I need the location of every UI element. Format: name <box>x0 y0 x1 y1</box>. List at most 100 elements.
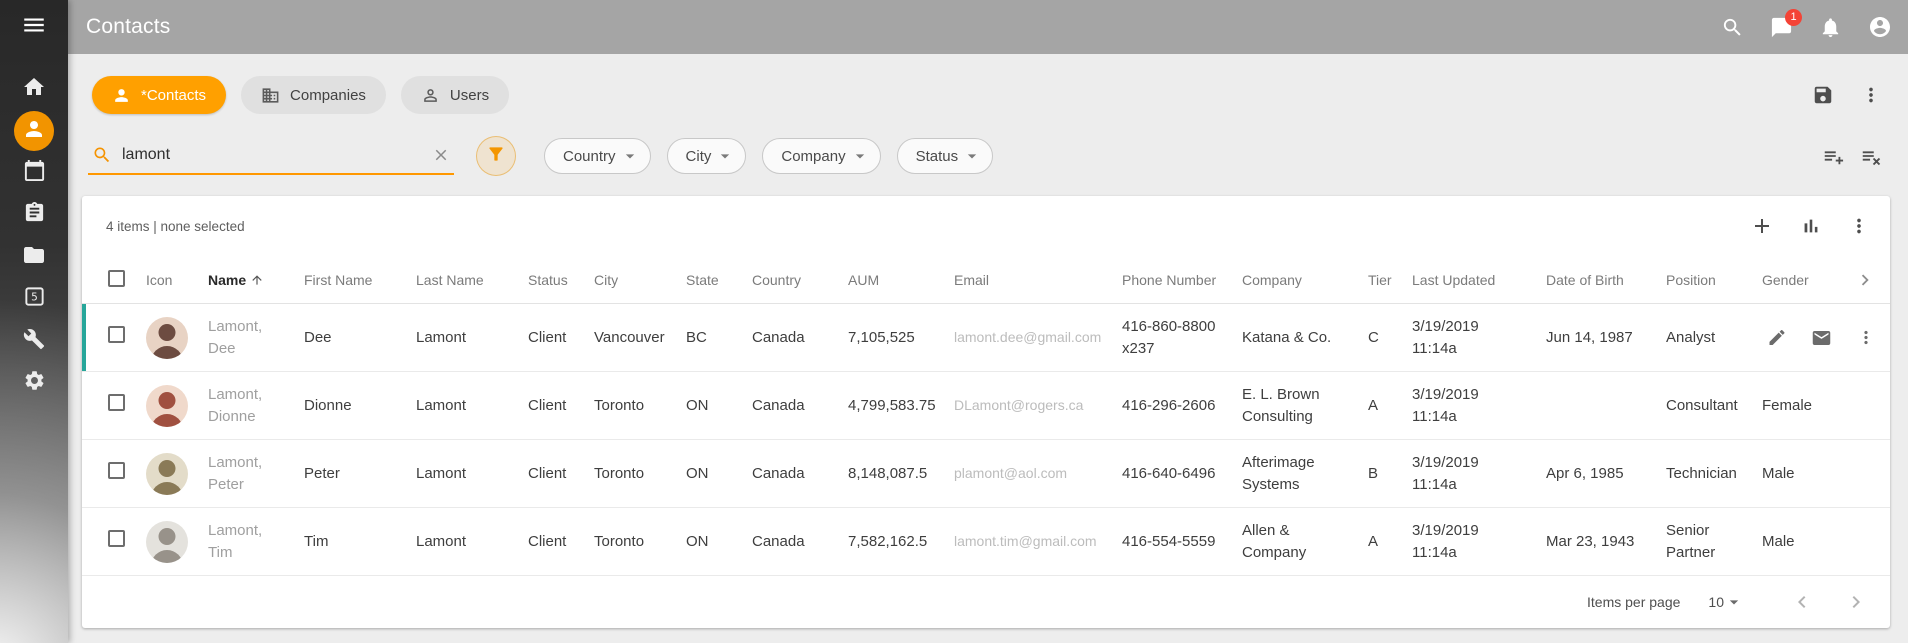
cell-position: Analyst <box>1654 304 1750 372</box>
cell-name: Lamont, Tim <box>196 508 292 576</box>
sidebar-item-tasks[interactable] <box>14 195 54 235</box>
cell-last-updated: 3/19/2019 11:14a <box>1400 372 1534 440</box>
sidebar: 5 <box>0 0 68 643</box>
filter-funnel-button[interactable] <box>476 136 516 176</box>
sidebar-item-home[interactable] <box>14 69 54 109</box>
playlist-clear-icon[interactable] <box>1860 145 1882 167</box>
menu-button[interactable] <box>0 0 68 54</box>
add-icon[interactable] <box>1750 214 1774 238</box>
email-icon[interactable] <box>1811 327 1832 348</box>
sidebar-item-calendar[interactable] <box>14 153 54 193</box>
table-row[interactable]: Lamont, Dionne Dionne Lamont Client Toro… <box>82 372 1890 440</box>
chevron-down-icon <box>962 146 982 166</box>
bar-chart-icon[interactable] <box>1800 215 1822 237</box>
playlist-add-icon[interactable] <box>1822 145 1844 167</box>
app-screen: 5 Contacts 1 <box>0 0 1908 643</box>
sidebar-item-documents[interactable] <box>14 237 54 277</box>
sidebar-item-tools[interactable] <box>14 321 54 361</box>
tab-companies[interactable]: Companies <box>241 76 386 114</box>
column-header-position[interactable]: Position <box>1654 256 1750 304</box>
column-header-aum[interactable]: AUM <box>836 256 942 304</box>
city-filter-dropdown[interactable]: City <box>667 138 747 174</box>
wrench-icon <box>23 328 45 355</box>
menu-icon <box>21 12 47 43</box>
sidebar-item-contacts[interactable] <box>14 111 54 151</box>
sidebar-item-settings[interactable] <box>14 363 54 403</box>
bell-icon[interactable] <box>1819 16 1842 39</box>
cell-status: Client <box>516 304 582 372</box>
column-header-dob[interactable]: Date of Birth <box>1534 256 1654 304</box>
column-header-company[interactable]: Company <box>1230 256 1356 304</box>
dropdown-label: Status <box>916 148 959 165</box>
column-header-city[interactable]: City <box>582 256 674 304</box>
table-row[interactable]: Lamont, Dee Dee Lamont Client Vancouver … <box>82 304 1890 372</box>
search-icon[interactable] <box>1721 16 1744 39</box>
column-header-phone[interactable]: Phone Number <box>1110 256 1230 304</box>
contact-avatar <box>146 317 188 359</box>
column-header-first-name[interactable]: First Name <box>292 256 404 304</box>
cell-first-name: Dee <box>292 304 404 372</box>
cell-position: Consultant <box>1654 372 1750 440</box>
building-icon <box>261 86 280 105</box>
column-header-country[interactable]: Country <box>740 256 836 304</box>
account-icon[interactable] <box>1868 15 1892 39</box>
filter-dropdowns: Country City Company Status <box>544 138 993 174</box>
cell-company: Allen & Company <box>1230 508 1356 576</box>
page-size-select[interactable]: 10 <box>1708 592 1744 612</box>
chat-icon[interactable]: 1 <box>1770 16 1793 39</box>
cell-first-name: Tim <box>292 508 404 576</box>
select-all-header <box>82 256 134 304</box>
table-row[interactable]: Lamont, Tim Tim Lamont Client Toronto ON… <box>82 508 1890 576</box>
column-header-status[interactable]: Status <box>516 256 582 304</box>
tab-label: Companies <box>290 87 366 104</box>
search-field[interactable] <box>88 137 454 175</box>
column-header-email[interactable]: Email <box>942 256 1110 304</box>
column-header-tier[interactable]: Tier <box>1356 256 1400 304</box>
folder-icon <box>22 243 46 272</box>
search-input[interactable] <box>122 146 422 164</box>
country-filter-dropdown[interactable]: Country <box>544 138 651 174</box>
more-vert-icon[interactable] <box>1860 84 1882 106</box>
home-icon <box>22 75 46 104</box>
cell-last-name: Lamont <box>404 304 516 372</box>
column-header-state[interactable]: State <box>674 256 740 304</box>
column-header-last-updated[interactable]: Last Updated <box>1400 256 1534 304</box>
row-checkbox[interactable] <box>108 326 125 343</box>
select-all-checkbox[interactable] <box>108 270 125 287</box>
company-filter-dropdown[interactable]: Company <box>762 138 880 174</box>
dropdown-label: Company <box>781 148 845 165</box>
chevron-down-icon <box>1724 592 1744 612</box>
table-row[interactable]: Lamont, Peter Peter Lamont Client Toront… <box>82 440 1890 508</box>
more-vert-icon[interactable] <box>1848 215 1870 237</box>
row-checkbox[interactable] <box>108 462 125 479</box>
save-icon[interactable] <box>1812 84 1834 106</box>
chevron-down-icon <box>620 146 640 166</box>
filter-row: Country City Company Status <box>68 114 1908 176</box>
more-vert-icon[interactable] <box>1856 328 1876 348</box>
cell-tier: B <box>1356 440 1400 508</box>
number-5-icon: 5 <box>23 285 46 313</box>
cell-last-updated: 3/19/2019 11:14a <box>1400 508 1534 576</box>
funnel-icon <box>486 144 506 169</box>
row-checkbox[interactable] <box>108 530 125 547</box>
edit-icon[interactable] <box>1767 328 1787 348</box>
clear-search-icon[interactable] <box>432 146 450 164</box>
column-header-name[interactable]: Name <box>196 256 292 304</box>
svg-text:5: 5 <box>31 292 38 304</box>
cell-gender: Male <box>1750 508 1822 576</box>
sidebar-item-accounts[interactable]: 5 <box>14 279 54 319</box>
column-header-last-name[interactable]: Last Name <box>404 256 516 304</box>
column-header-gender[interactable]: Gender <box>1750 256 1822 304</box>
previous-page-icon[interactable] <box>1790 590 1814 614</box>
person-icon <box>22 117 46 146</box>
status-filter-dropdown[interactable]: Status <box>897 138 994 174</box>
tab-users[interactable]: Users <box>401 76 509 114</box>
column-header-icon[interactable]: Icon <box>134 256 196 304</box>
contacts-table: Icon Name First Name Last Name Status Ci… <box>82 256 1890 576</box>
scroll-right-icon[interactable] <box>1834 269 1882 291</box>
cell-city: Vancouver <box>582 304 674 372</box>
row-checkbox[interactable] <box>108 394 125 411</box>
chevron-down-icon <box>850 146 870 166</box>
tab-contacts[interactable]: *Contacts <box>92 76 226 114</box>
next-page-icon[interactable] <box>1844 590 1868 614</box>
